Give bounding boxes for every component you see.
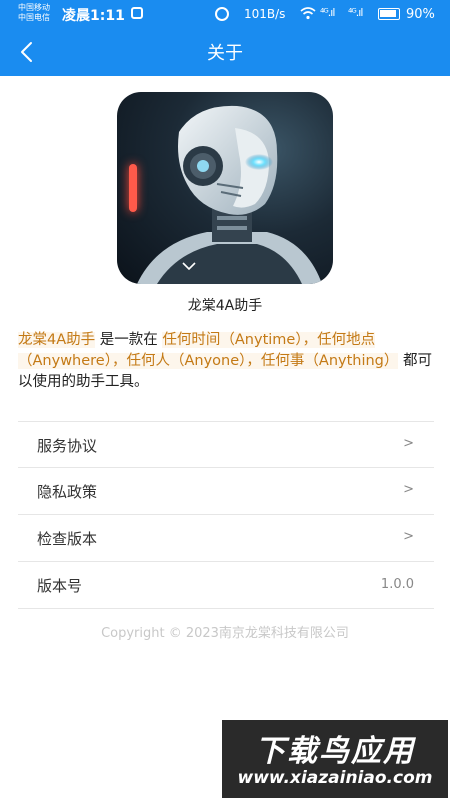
watermark-logo: 下载鸟应用 www.xiazainiao.com bbox=[222, 720, 448, 798]
chevron-right-icon: > bbox=[403, 482, 414, 497]
nav-bar: 关于 bbox=[0, 28, 450, 76]
menu-item-label: 版本号 bbox=[37, 577, 83, 595]
chevron-right-icon: > bbox=[403, 436, 414, 451]
version-value: 1.0.0 bbox=[380, 577, 414, 592]
page-title: 关于 bbox=[207, 43, 243, 64]
menu-item-label: 检查版本 bbox=[37, 530, 98, 548]
menu-item-label: 服务协议 bbox=[37, 437, 98, 455]
menu-item-check-version[interactable]: 检查版本 > bbox=[18, 515, 434, 562]
watermark-url: www.xiazainiao.com bbox=[237, 768, 433, 788]
battery-icon bbox=[378, 8, 400, 20]
app-logo bbox=[117, 92, 333, 284]
settings-list: 服务协议 > 隐私政策 > 检查版本 > 版本号 1.0.0 bbox=[18, 421, 434, 609]
menu-item-version-number: 版本号 1.0.0 bbox=[18, 562, 434, 609]
wifi-icon bbox=[300, 6, 316, 23]
chevron-right-icon: > bbox=[403, 529, 414, 544]
battery-percent: 90% bbox=[406, 7, 435, 22]
carrier-1: 中国移动 bbox=[18, 3, 50, 12]
menu-item-privacy-policy[interactable]: 隐私政策 > bbox=[18, 468, 434, 515]
carrier-info: 中国移动 中国电信 bbox=[18, 3, 50, 23]
copyright-text: Copyright © 2023南京龙棠科技有限公司 bbox=[101, 626, 349, 641]
status-bar: 中国移动 中国电信 凌晨1:11 101B/s ⁴ᴳ.ıl ⁴ᴳ.ıl 90% bbox=[0, 0, 450, 28]
signal-icon: ⁴ᴳ.ıl bbox=[320, 6, 335, 19]
network-speed: 101B/s bbox=[244, 7, 286, 21]
app-name: 龙棠4A助手 bbox=[187, 298, 263, 314]
app-description: 龙棠4A助手 是一款在 任何时间（Anytime），任何地点（Anywhere）… bbox=[18, 330, 434, 393]
status-time: 凌晨1:11 bbox=[62, 8, 125, 24]
menu-item-label: 隐私政策 bbox=[37, 483, 98, 501]
desc-segment-text: 是一款在 bbox=[95, 332, 163, 348]
alarm-icon bbox=[215, 7, 229, 21]
watermark-title: 下载鸟应用 bbox=[255, 734, 415, 769]
chevron-down-icon bbox=[182, 262, 196, 270]
shield-icon bbox=[131, 7, 143, 19]
menu-item-service-agreement[interactable]: 服务协议 > bbox=[18, 421, 434, 468]
desc-segment-app-name: 龙棠4A助手 bbox=[18, 332, 96, 348]
robot-head-image bbox=[137, 105, 322, 284]
carrier-2: 中国电信 bbox=[18, 13, 50, 22]
signal-icon-2: ⁴ᴳ.ıl bbox=[348, 6, 363, 19]
